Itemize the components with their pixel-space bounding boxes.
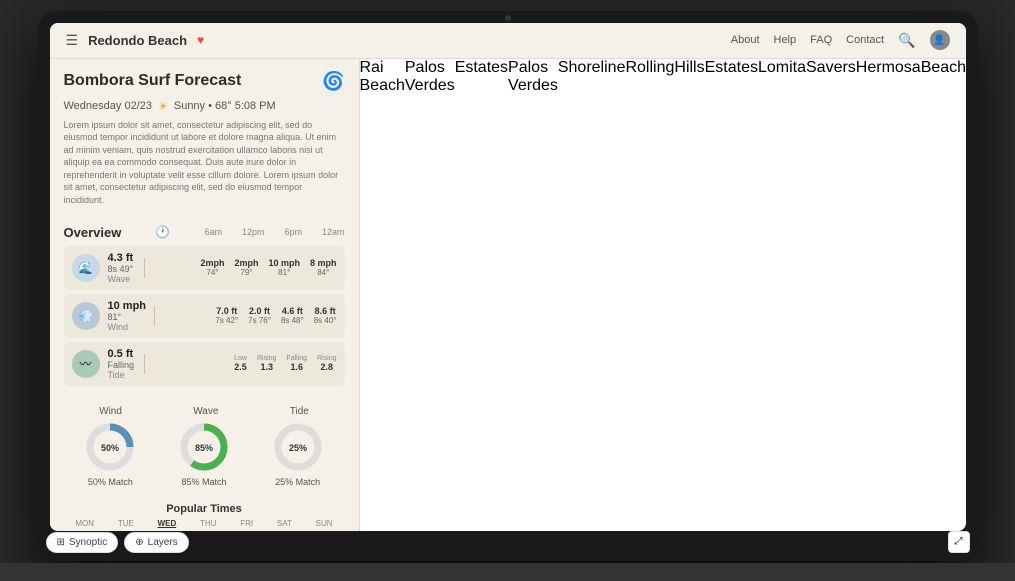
day-fri[interactable]: FRI bbox=[240, 519, 253, 528]
overview-title: Overview bbox=[64, 225, 122, 240]
day-tabs: MON TUE WED THU FRI SAT SUN bbox=[64, 519, 345, 528]
condition-divider-2 bbox=[154, 306, 155, 326]
nav-title: Redondo Beach bbox=[88, 33, 187, 48]
wave-values: 2mph74° 2mph79° 10 mph81° 8 mph84° bbox=[200, 258, 336, 277]
wind-match-label: Wind bbox=[99, 406, 122, 417]
tide-row: 〰 0.5 ft Falling Tide Low2.5 bbox=[64, 342, 345, 386]
overview-section: Overview 🕐 6am 12pm 6pm 12am 🌊 bbox=[50, 217, 359, 398]
top-nav: ☰ Redondo Beach ♥ About Help FAQ Contact… bbox=[50, 23, 966, 59]
wave-row: 🌊 4.3 ft 8s 49° Wave 2mph74° bbox=[64, 246, 345, 290]
nav-link-help[interactable]: Help bbox=[774, 34, 797, 46]
search-icon[interactable]: 🔍 bbox=[898, 32, 915, 49]
main-content: Bombora Surf Forecast 🌀 Wednesday 02/23 … bbox=[50, 59, 966, 531]
tide-match-circle-wrap: 25% 25% Match bbox=[272, 421, 324, 487]
tide-val-3: Falling1.6 bbox=[286, 355, 307, 372]
sidebar: Bombora Surf Forecast 🌀 Wednesday 02/23 … bbox=[50, 59, 360, 531]
wind-val-2: 2.0 ft7s 76° bbox=[248, 306, 271, 325]
forecast-icon: 🌀 bbox=[322, 71, 344, 92]
popular-times-title: Popular Times bbox=[64, 503, 345, 515]
sun-icon: ☀ bbox=[158, 100, 168, 113]
day-wed[interactable]: WED bbox=[158, 519, 177, 528]
nav-left: ☰ Redondo Beach ♥ bbox=[66, 32, 205, 49]
description-text: Lorem ipsum dolor sit amet, consectetur … bbox=[50, 119, 359, 217]
nav-link-about[interactable]: About bbox=[731, 34, 760, 46]
laptop-base bbox=[0, 563, 1015, 581]
svg-text:50%: 50% bbox=[101, 443, 119, 453]
wind-label: Wind bbox=[108, 322, 147, 332]
tide-val-2: Rising1.3 bbox=[257, 355, 276, 372]
wave-match-text: 85% Match bbox=[181, 477, 226, 487]
wave-val-2: 2mph79° bbox=[234, 258, 258, 277]
match-circles: 50% 50% Match 85% 85% Match bbox=[64, 421, 345, 487]
laptop-screen: ☰ Redondo Beach ♥ About Help FAQ Contact… bbox=[50, 23, 966, 531]
popular-times-section: Popular Times MON TUE WED THU FRI SAT SU… bbox=[50, 495, 359, 531]
time-label-12pm: 12pm bbox=[242, 227, 265, 237]
wave-label: Wave bbox=[108, 274, 136, 284]
wave-val-3: 10 mph81° bbox=[268, 258, 300, 277]
wave-info: 4.3 ft 8s 49° Wave bbox=[108, 252, 136, 284]
wave-match-label: Wave bbox=[193, 406, 218, 417]
wind-icon-box: 💨 bbox=[72, 302, 100, 330]
tide-values: Low2.5 Rising1.3 Falling1.6 Rising2.8 bbox=[234, 355, 336, 372]
date-label: Wednesday 02/23 bbox=[64, 100, 152, 112]
wind-val-1: 7.0 ft7s 42° bbox=[215, 306, 238, 325]
tide-match-donut: 25% bbox=[272, 421, 324, 473]
time-grid: 6am 12pm 6pm 12am bbox=[204, 227, 344, 237]
match-section: Wind Wave Tide 50% 50% Match bbox=[50, 398, 359, 495]
tide-match-label: Tide bbox=[290, 406, 309, 417]
laptop-camera bbox=[505, 15, 511, 21]
overview-header: Overview 🕐 6am 12pm 6pm 12am bbox=[64, 225, 345, 240]
tide-val-4: Rising2.8 bbox=[317, 355, 336, 372]
laptop-shell: ☰ Redondo Beach ♥ About Help FAQ Contact… bbox=[38, 11, 978, 561]
day-thu[interactable]: THU bbox=[200, 519, 216, 528]
forecast-header: Bombora Surf Forecast 🌀 bbox=[50, 59, 359, 100]
day-sat[interactable]: SAT bbox=[277, 519, 292, 528]
wind-values: 7.0 ft7s 42° 2.0 ft7s 76° 4.6 ft8s 48° 8… bbox=[215, 306, 336, 325]
wave-match-circle-wrap: 85% 85% Match bbox=[178, 421, 230, 487]
time-label-6am: 6am bbox=[204, 227, 222, 237]
wind-match-donut: 50% bbox=[84, 421, 136, 473]
tide-val-1: Low2.5 bbox=[234, 355, 247, 372]
date-weather: Wednesday 02/23 ☀ Sunny • 68° 5:08 PM bbox=[50, 100, 359, 119]
wind-match-circle-wrap: 50% 50% Match bbox=[84, 421, 136, 487]
forecast-title: Bombora Surf Forecast bbox=[64, 72, 242, 90]
condition-divider-3 bbox=[144, 354, 145, 374]
heart-icon[interactable]: ♥ bbox=[197, 33, 204, 47]
clock-icon: 🕐 bbox=[155, 225, 170, 239]
day-tue[interactable]: TUE bbox=[118, 519, 134, 528]
weather-desc: Sunny • 68° 5:08 PM bbox=[174, 100, 276, 112]
wind-row: 💨 10 mph 81° Wind 7.0 ft7s 42° bbox=[64, 294, 345, 338]
wave-icon-box: 🌊 bbox=[72, 254, 100, 282]
wave-main: 4.3 ft bbox=[108, 252, 136, 264]
avatar[interactable]: 👤 bbox=[930, 30, 950, 50]
wave-sub: 8s 49° bbox=[108, 264, 136, 274]
tide-sub: Falling bbox=[108, 360, 136, 370]
wind-sub: 81° bbox=[108, 312, 147, 322]
tide-main: 0.5 ft bbox=[108, 348, 136, 360]
wave-val-4: 8 mph84° bbox=[310, 258, 337, 277]
nav-link-faq[interactable]: FAQ bbox=[810, 34, 832, 46]
svg-text:85%: 85% bbox=[195, 443, 213, 453]
wind-match-text: 50% Match bbox=[88, 477, 133, 487]
time-label-6pm: 6pm bbox=[284, 227, 302, 237]
wind-info: 10 mph 81° Wind bbox=[108, 300, 147, 332]
nav-link-contact[interactable]: Contact bbox=[846, 34, 884, 46]
tide-label: Tide bbox=[108, 370, 136, 380]
time-label-12am: 12am bbox=[322, 227, 345, 237]
wind-val-3: 4.6 ft8s 48° bbox=[281, 306, 304, 325]
wave-match-donut: 85% bbox=[178, 421, 230, 473]
match-labels: Wind Wave Tide bbox=[64, 406, 345, 417]
nav-right: About Help FAQ Contact 🔍 👤 bbox=[731, 30, 950, 50]
wind-val-4: 8.6 ft8s 40° bbox=[314, 306, 337, 325]
tide-icon-box: 〰 bbox=[72, 350, 100, 378]
day-mon[interactable]: MON bbox=[75, 519, 94, 528]
tide-match-text: 25% Match bbox=[275, 477, 320, 487]
svg-text:25%: 25% bbox=[289, 443, 307, 453]
tide-info: 0.5 ft Falling Tide bbox=[108, 348, 136, 380]
wave-val-1: 2mph74° bbox=[200, 258, 224, 277]
hamburger-icon[interactable]: ☰ bbox=[66, 32, 79, 49]
wind-main: 10 mph bbox=[108, 300, 147, 312]
condition-divider-1 bbox=[144, 258, 145, 278]
day-sun[interactable]: SUN bbox=[316, 519, 333, 528]
